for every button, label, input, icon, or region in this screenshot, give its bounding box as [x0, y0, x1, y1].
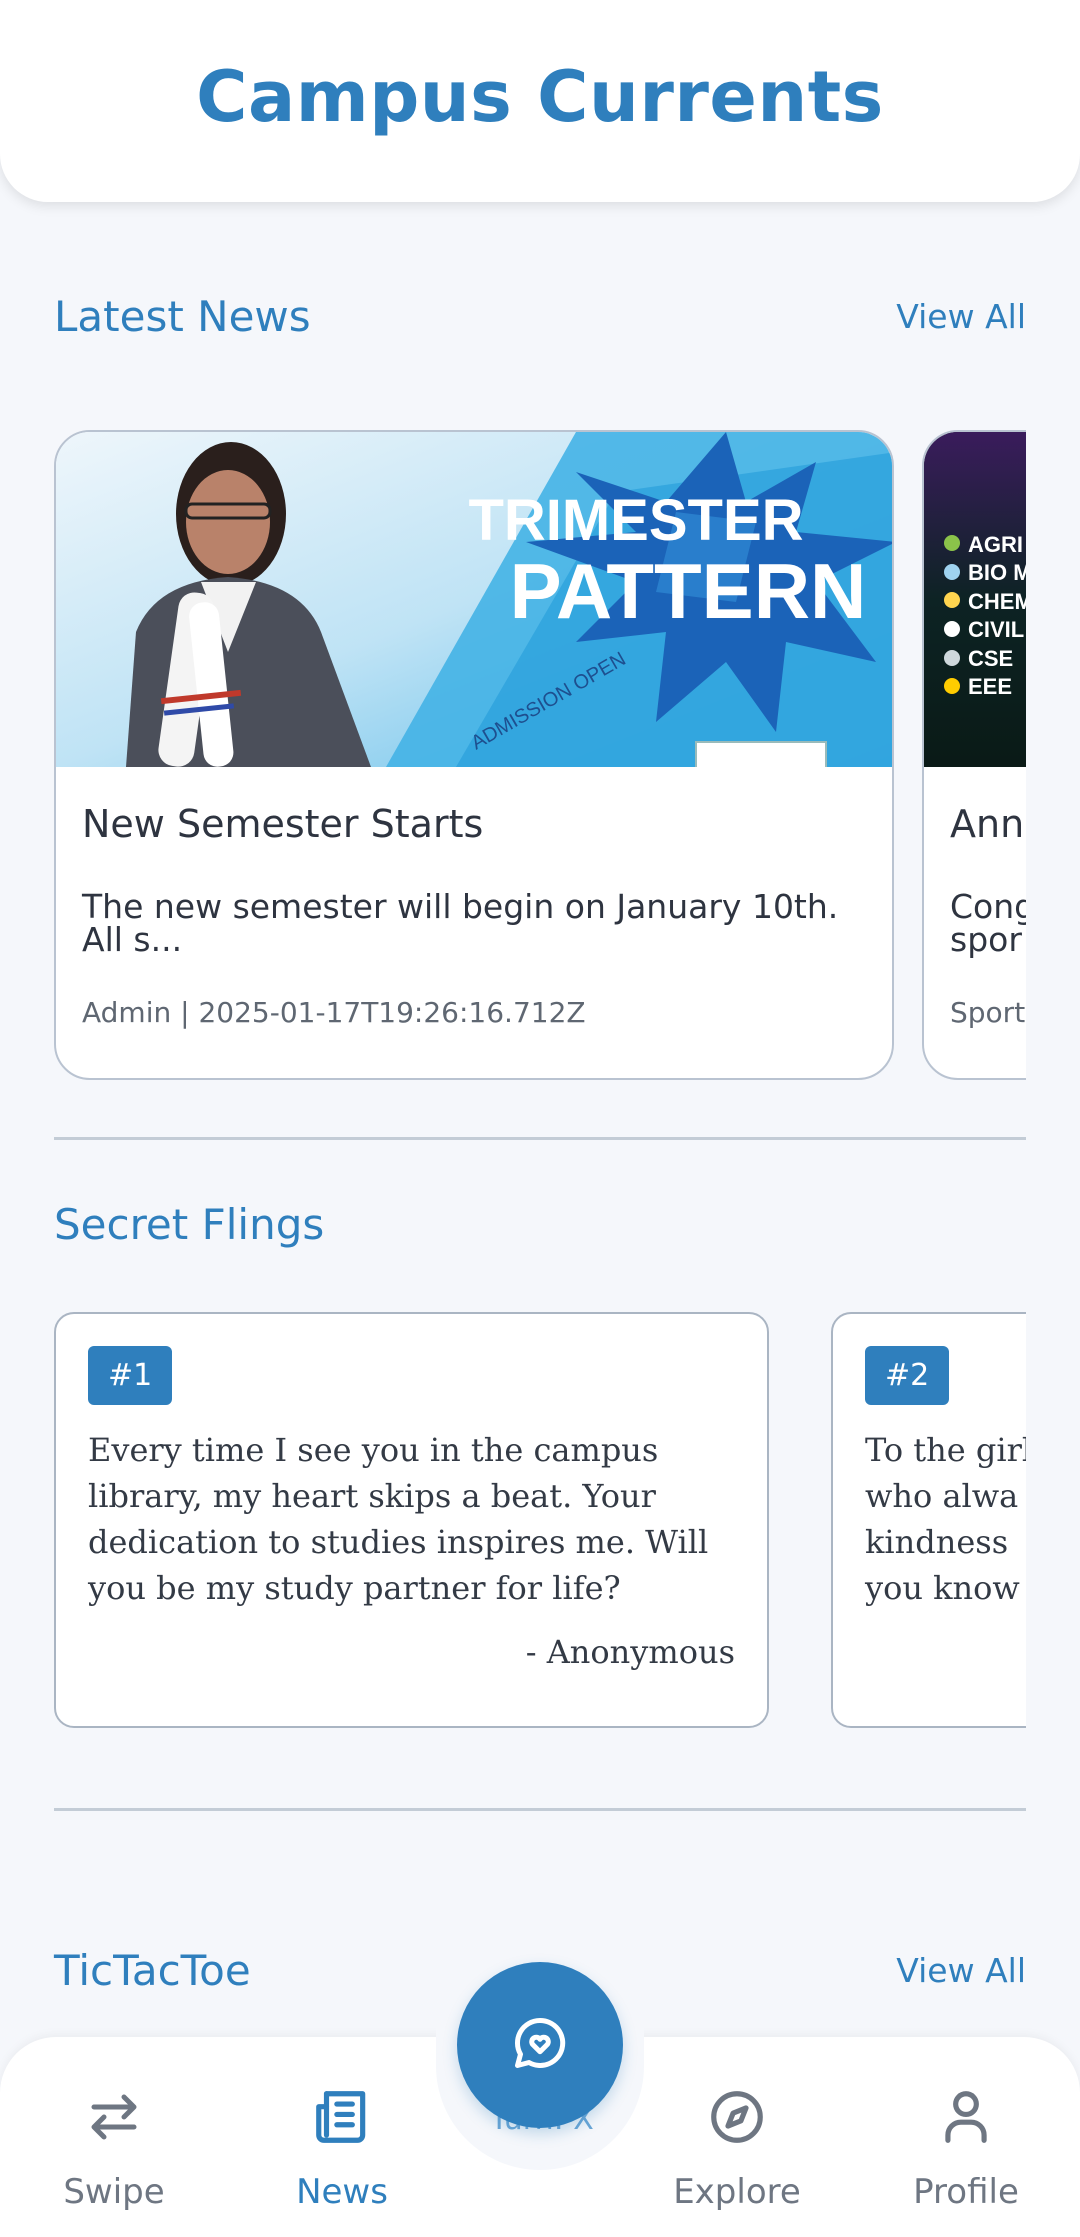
news-excerpt-line: Cong — [950, 887, 1026, 926]
nav-label: Profile — [913, 2172, 1019, 2212]
dept-label: AGRI — [968, 532, 1023, 557]
newspaper-icon — [242, 2082, 442, 2152]
tictactoe-view-all-link[interactable]: View All — [896, 1951, 1026, 1990]
nav-item-profile[interactable]: Profile — [866, 2082, 1066, 2212]
fling-number-badge: #2 — [865, 1346, 950, 1405]
section-title-secret-flings: Secret Flings — [54, 1200, 325, 1249]
fling-card[interactable]: #2 To the girl who alwa kindness you kno… — [831, 1312, 1026, 1728]
user-icon — [866, 2082, 1066, 2152]
section-title-latest-news: Latest News — [54, 292, 311, 341]
fling-message: To the girl who alwa kindness you know — [865, 1427, 1026, 1611]
nav-item-explore[interactable]: Explore — [637, 2082, 837, 2212]
chat-heart-icon — [510, 2013, 570, 2077]
nav-label: Explore — [673, 2172, 801, 2212]
fling-number-badge: #1 — [88, 1346, 173, 1405]
news-excerpt: Cong spor — [950, 890, 1026, 956]
news-image: AGRI BIO M CHEM CIVIL CSE EEE — [924, 432, 1026, 767]
compass-icon — [637, 2082, 837, 2152]
fling-author: - Anonymous — [525, 1633, 735, 1671]
news-title: Annu — [950, 802, 1026, 846]
app-title: Campus Currents — [196, 56, 884, 138]
news-title: New Semester Starts — [82, 802, 484, 846]
section-title-tictactoe: TicTacToe — [54, 1946, 251, 1995]
fling-message-line: you know — [865, 1569, 1020, 1607]
news-excerpt: The new semester will begin on January 1… — [82, 890, 866, 956]
news-meta: Sport — [950, 996, 1026, 1029]
news-card[interactable]: TRIMESTER PATTERN ADMISSION OPEN New Sem… — [54, 430, 894, 1080]
latest-news-header: Latest News View All — [54, 292, 1026, 341]
dept-label: CSE — [968, 646, 1013, 671]
news-excerpt-line: The new semester will begin on January 1… — [82, 887, 839, 926]
dept-label: CIVIL — [968, 617, 1024, 642]
fling-message-line: To the girl — [865, 1431, 1026, 1469]
nav-label: News — [296, 2172, 388, 2212]
banner-line2: PATTERN — [510, 547, 867, 635]
swap-arrows-icon — [14, 2082, 214, 2152]
news-card-body: New Semester Starts The new semester wil… — [82, 802, 866, 1029]
nav-item-news[interactable]: News — [242, 2082, 442, 2212]
fling-message: Every time I see you in the campus libra… — [88, 1431, 709, 1607]
fling-card[interactable]: #1 Every time I see you in the campus li… — [54, 1312, 769, 1728]
news-excerpt-line: All s... — [82, 920, 183, 959]
news-excerpt-line: spor — [950, 920, 1022, 959]
secret-flings-header: Secret Flings — [54, 1200, 1026, 1249]
fling-message-line: who alwa — [865, 1477, 1019, 1515]
dept-label: EEE — [968, 674, 1012, 699]
nav-label: Swipe — [63, 2172, 165, 2212]
chat-fab-button[interactable] — [457, 1962, 623, 2128]
news-meta: Admin | 2025-01-17T19:26:16.712Z — [82, 996, 586, 1029]
news-card-body: Annu Cong spor Sport — [950, 802, 1026, 1029]
section-divider — [54, 1137, 1026, 1140]
news-image: TRIMESTER PATTERN ADMISSION OPEN — [56, 432, 892, 767]
dept-label: CHEM — [968, 589, 1026, 614]
dept-label: BIO M — [968, 560, 1026, 585]
news-card[interactable]: AGRI BIO M CHEM CIVIL CSE EEE Annu Cong … — [922, 430, 1026, 1080]
banner-line1: TRIMESTER — [468, 488, 803, 553]
news-view-all-link[interactable]: View All — [896, 297, 1026, 336]
flings-carousel[interactable]: #1 Every time I see you in the campus li… — [54, 1312, 1026, 1732]
app-header: Campus Currents — [0, 0, 1080, 202]
news-carousel[interactable]: TRIMESTER PATTERN ADMISSION OPEN New Sem… — [54, 430, 1026, 1082]
nav-item-swipe[interactable]: Swipe — [14, 2082, 214, 2212]
fling-message-line: kindness — [865, 1523, 1009, 1561]
section-divider — [54, 1808, 1026, 1811]
